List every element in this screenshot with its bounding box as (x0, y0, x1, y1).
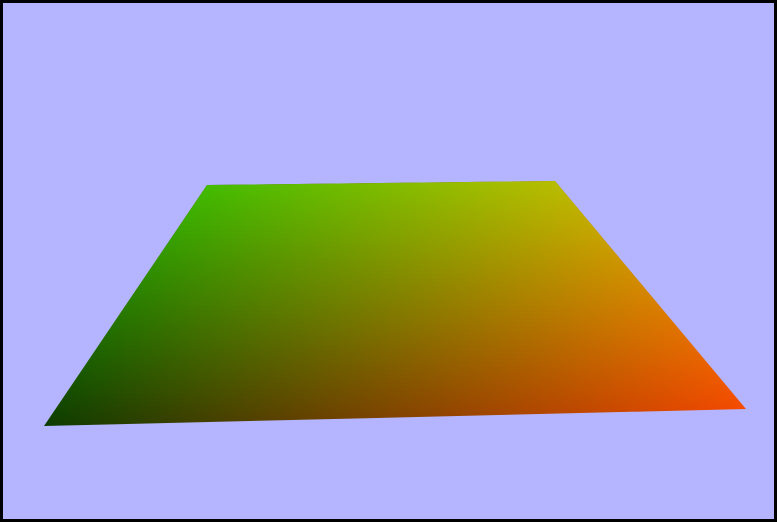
scene-svg (44, 181, 746, 426)
plane-back-layer (44, 181, 746, 426)
webgl-canvas-viewport[interactable] (0, 0, 777, 522)
gradient-plane (44, 181, 746, 426)
